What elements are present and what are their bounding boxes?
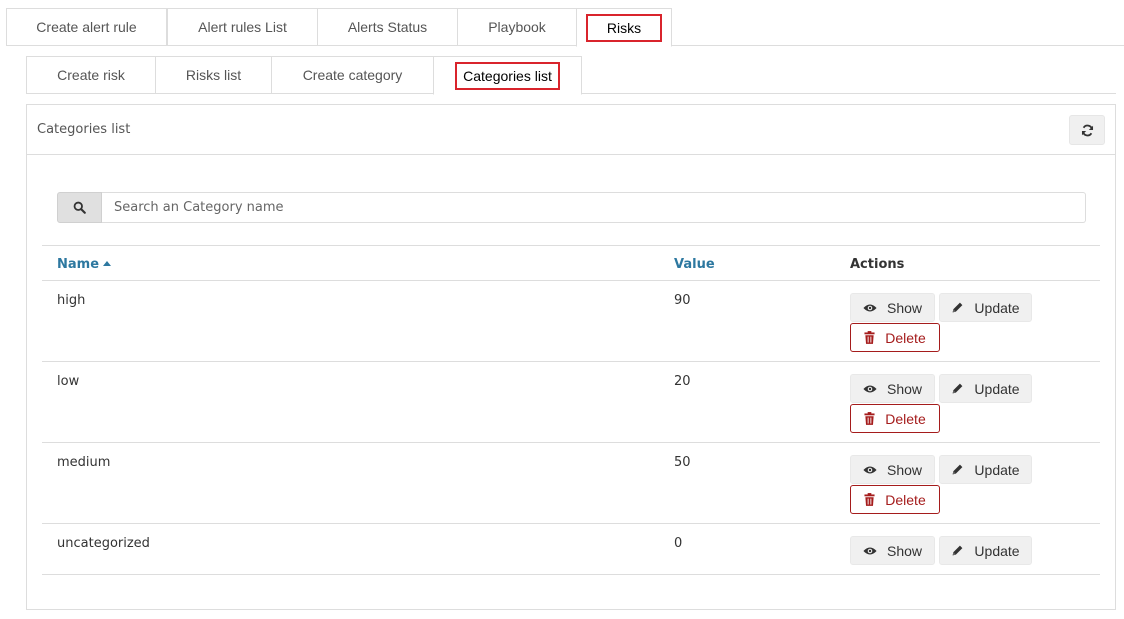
delete-button[interactable]: Delete	[850, 323, 940, 352]
trash-icon	[864, 493, 875, 506]
table-row: high 90 Show Update Delete	[42, 281, 1100, 362]
pencil-icon	[953, 545, 963, 556]
button-label: Delete	[885, 410, 926, 427]
tab-label: Playbook	[488, 19, 546, 35]
column-header-name[interactable]: Name	[57, 257, 112, 272]
button-label: Show	[886, 299, 923, 316]
button-label: Show	[886, 380, 923, 397]
button-label: Update	[974, 380, 1020, 397]
button-label: Delete	[885, 329, 926, 346]
button-label: Update	[974, 299, 1020, 316]
eye-icon	[863, 466, 877, 473]
category-value: 20	[674, 374, 691, 389]
search-input[interactable]	[102, 192, 1086, 223]
category-value: 0	[674, 536, 683, 551]
category-name: high	[57, 293, 86, 308]
tab-create-risk[interactable]: Create risk	[26, 56, 156, 94]
eye-icon	[863, 304, 877, 311]
button-label: Update	[974, 461, 1020, 478]
category-name: medium	[57, 455, 111, 470]
trash-icon	[864, 412, 875, 425]
categories-table: Name Value Actions high 90 Show Update D…	[42, 245, 1100, 575]
update-button[interactable]: Update	[939, 536, 1032, 565]
button-label: Delete	[885, 491, 926, 508]
show-button[interactable]: Show	[850, 455, 935, 484]
tab-label: Create category	[302, 67, 403, 83]
refresh-icon	[1081, 124, 1093, 136]
table-row: medium 50 Show Update Delete	[42, 443, 1100, 524]
tab-create-alert-rule[interactable]: Create alert rule	[6, 8, 167, 46]
tab-create-category[interactable]: Create category	[271, 56, 434, 94]
search-button[interactable]	[57, 192, 102, 223]
column-header-actions: Actions	[850, 257, 905, 272]
category-name: low	[57, 374, 80, 389]
pencil-icon	[953, 302, 963, 313]
delete-button[interactable]: Delete	[850, 404, 940, 433]
trash-icon	[864, 331, 875, 344]
tab-label: Create alert rule	[36, 19, 137, 35]
tab-alert-rules-list[interactable]: Alert rules List	[167, 8, 318, 46]
tab-categories-list[interactable]: Categories list	[433, 56, 582, 95]
button-label: Show	[886, 461, 923, 478]
tab-label: Alerts Status	[347, 19, 428, 35]
tab-label: Create risk	[57, 67, 125, 83]
update-button[interactable]: Update	[939, 455, 1032, 484]
category-value: 50	[674, 455, 691, 470]
tab-playbook[interactable]: Playbook	[457, 8, 577, 46]
tab-label: Risks	[585, 13, 663, 42]
show-button[interactable]: Show	[850, 293, 935, 322]
eye-icon	[863, 547, 877, 554]
tab-risks[interactable]: Risks	[576, 8, 672, 47]
show-button[interactable]: Show	[850, 374, 935, 403]
categories-panel: Categories list Name Value Actions	[26, 104, 1116, 610]
delete-button[interactable]: Delete	[850, 485, 940, 514]
panel-title: Categories list	[37, 122, 131, 137]
risks-sub-tab-bar: Create risk Risks list Create category C…	[26, 56, 1116, 95]
refresh-button[interactable]	[1069, 115, 1105, 145]
tab-risks-list[interactable]: Risks list	[155, 56, 272, 94]
table-row: low 20 Show Update Delete	[42, 362, 1100, 443]
table-row: uncategorized 0 Show Update	[42, 524, 1100, 575]
category-name: uncategorized	[57, 536, 150, 551]
table-header: Name Value Actions	[42, 245, 1100, 281]
show-button[interactable]: Show	[850, 536, 935, 565]
column-header-value[interactable]: Value	[674, 257, 715, 272]
eye-icon	[863, 385, 877, 392]
update-button[interactable]: Update	[939, 293, 1032, 322]
tab-alerts-status[interactable]: Alerts Status	[317, 8, 458, 46]
sort-asc-icon	[103, 261, 112, 266]
search-icon	[73, 201, 86, 214]
button-label: Show	[886, 542, 923, 559]
tab-label: Alert rules List	[198, 19, 287, 35]
main-tab-bar: Create alert rule Alert rules List Alert…	[6, 8, 1124, 47]
button-label: Update	[974, 542, 1020, 559]
update-button[interactable]: Update	[939, 374, 1032, 403]
panel-header: Categories list	[27, 105, 1115, 155]
pencil-icon	[953, 383, 963, 394]
tab-label: Risks list	[185, 67, 242, 83]
search-group	[57, 192, 1086, 223]
pencil-icon	[953, 464, 963, 475]
category-value: 90	[674, 293, 691, 308]
tab-label: Categories list	[455, 61, 560, 90]
column-header-label: Name	[57, 257, 100, 272]
